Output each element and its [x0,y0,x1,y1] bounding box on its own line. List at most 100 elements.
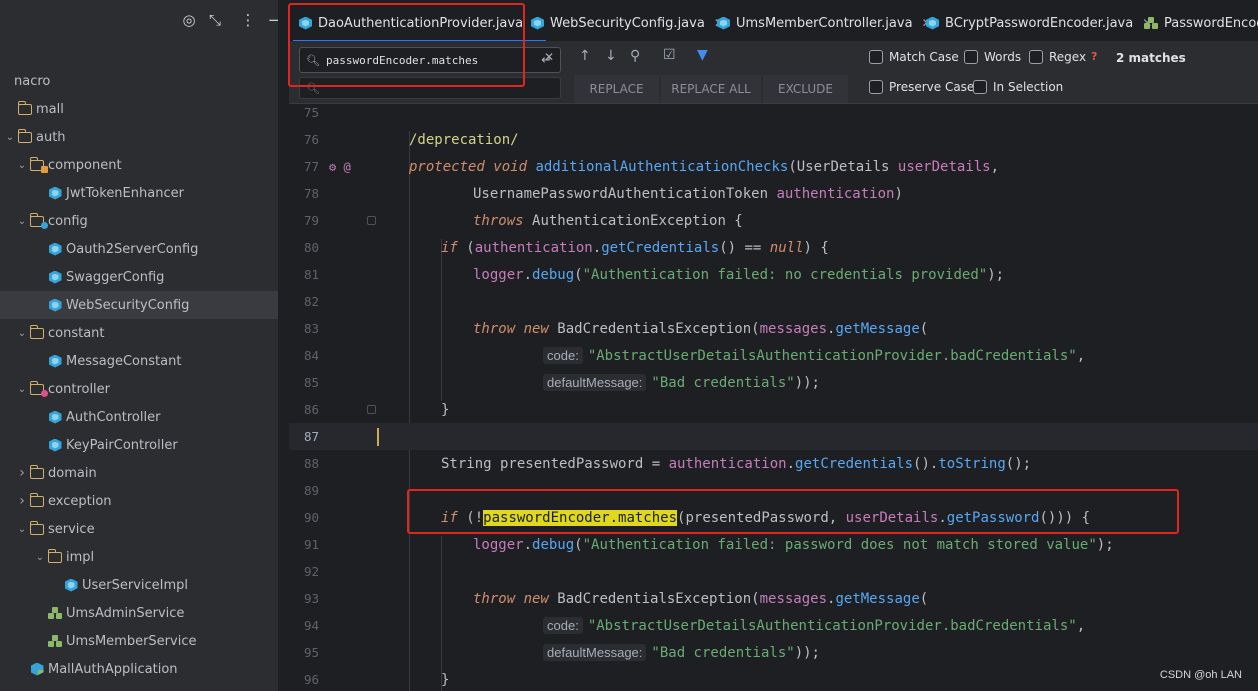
line-number[interactable]: 83 [289,321,319,336]
tab-dao-authentication-provider[interactable]: DaoAuthenticationProvider.java ✕ [292,8,547,41]
line-number[interactable]: 75 [289,105,319,120]
tree-item-domain[interactable]: › domain [0,459,278,487]
tree-item-authcontroller[interactable]: AuthController [0,403,278,431]
line-number[interactable]: 94 [289,618,319,633]
exclude-button[interactable]: EXCLUDE [763,75,848,103]
tree-item-jwttokenenhancer[interactable]: JwtTokenEnhancer [0,179,278,207]
tree-item-mallauthapplication[interactable]: MallAuthApplication [0,655,278,683]
code-line[interactable]: 76/deprecation/ [289,126,1258,153]
code-line[interactable]: 90 if (!passwordEncoder.matches(presented… [289,504,1258,531]
line-number[interactable]: 88 [289,456,319,471]
collapse-all-icon[interactable]: ⤡ [205,10,225,30]
tree-item-oauth2serverconfig[interactable]: Oauth2ServerConfig [0,235,278,263]
line-number[interactable]: 93 [289,591,319,606]
code-line[interactable]: 85 defaultMessage: "Bad credentials")); [289,369,1258,396]
filter-icon[interactable]: ▼ [697,47,708,63]
code-line[interactable]: 75 [289,104,1258,126]
override-gutter-icon[interactable]: ⚙ @ [329,160,351,174]
line-number[interactable]: 84 [289,348,319,363]
chevron-down-icon[interactable]: ⌄ [3,132,17,143]
replace-input[interactable]: 🔍︎ [299,77,561,99]
tree-item-umsmemberservice[interactable]: UmsMemberService [0,627,278,655]
tree-item-mall[interactable]: mall [0,95,278,123]
line-number[interactable]: 89 [289,483,319,498]
tree-item-nacro[interactable]: nacro [0,67,278,95]
tab-web-security-config[interactable]: WebSecurityConfig.java ✕ [531,8,724,38]
tree-item-service[interactable]: ⌄ service [0,515,278,543]
fold-marker-icon[interactable] [367,216,376,225]
tree-item-exception[interactable]: › exception [0,487,278,515]
code-line[interactable]: 88 String presentedPassword = authenticat… [289,450,1258,477]
line-number[interactable]: 82 [289,294,319,309]
line-number[interactable]: 80 [289,240,319,255]
next-occurrence-icon[interactable]: ↓ [605,48,617,64]
code-line[interactable]: 94 code: "AbstractUserDetailsAuthenticatio… [289,612,1258,639]
tree-item-controller[interactable]: ⌄ controller [0,375,278,403]
tree-item-umsadminservice[interactable]: UmsAdminService [0,599,278,627]
line-number[interactable]: 85 [289,375,319,390]
line-number[interactable]: 96 [289,672,319,687]
code-line[interactable]: 87 [289,423,1258,450]
tree-item-messageconstant[interactable]: MessageConstant [0,347,278,375]
tree-item-constant[interactable]: ⌄ constant [0,319,278,347]
line-number[interactable]: 95 [289,645,319,660]
line-number[interactable]: 76 [289,132,319,147]
tree-item-impl[interactable]: ⌄ impl [0,543,278,571]
line-number[interactable]: 90 [289,510,319,525]
code-line[interactable]: 92 [289,558,1258,585]
line-number[interactable]: 86 [289,402,319,417]
words-checkbox[interactable]: Words [964,50,1021,64]
code-line[interactable]: 95 defaultMessage: "Bad credentials")); [289,639,1258,666]
chevron-right-icon[interactable]: › [15,493,29,509]
code-line[interactable]: 77 ⚙ @ protected void additionalAuthentica… [289,153,1258,180]
replace-button[interactable]: REPLACE [574,75,659,103]
find-all-icon[interactable]: ⚲ [630,48,640,64]
in-selection-checkbox[interactable]: In Selection [973,80,1063,94]
replace-all-button[interactable]: REPLACE ALL [661,75,761,103]
code-line[interactable]: 91 logger.debug("Authentication failed: p… [289,531,1258,558]
chevron-down-icon[interactable]: ⌄ [15,384,29,395]
code-line[interactable]: 93 throw new BadCredentialsException(mess… [289,585,1258,612]
line-number[interactable]: 91 [289,537,319,552]
code-line[interactable]: 84 code: "AbstractUserDetailsAuthenticatio… [289,342,1258,369]
regex-checkbox[interactable]: Regex [1029,50,1086,64]
line-number[interactable]: 79 [289,213,319,228]
regex-help-icon[interactable]: ? [1091,50,1097,63]
chevron-down-icon[interactable]: ⌄ [15,328,29,339]
code-line[interactable]: 78 UsernamePasswordAuthenticationToken au… [289,180,1258,207]
chevron-down-icon[interactable]: ⌄ [33,552,47,563]
more-options-icon[interactable]: ⋮ [238,10,258,30]
panel-divider[interactable] [278,0,289,691]
line-number[interactable]: 81 [289,267,319,282]
code-line[interactable]: 80 if (authentication.getCredentials() ==… [289,234,1258,261]
code-line[interactable]: 83 throw new BadCredentialsException(mess… [289,315,1258,342]
code-line[interactable]: 89 [289,477,1258,504]
tab-ums-member-controller[interactable]: UmsMemberController.java ✕ [717,8,932,38]
line-number[interactable]: 77 [289,159,319,174]
line-number[interactable]: 78 [289,186,319,201]
chevron-right-icon[interactable]: › [15,465,29,481]
line-number[interactable]: 87 [289,429,319,444]
hide-panel-icon[interactable]: − [264,10,278,30]
code-line[interactable]: 96} [289,666,1258,691]
search-input[interactable]: 🔍︎ passwordEncoder.matches ↵ [299,47,561,73]
tree-item-auth[interactable]: ⌄ auth [0,123,278,151]
tree-item-keypaircontroller[interactable]: KeyPairController [0,431,278,459]
fold-marker-icon[interactable] [367,405,376,414]
close-search-icon[interactable]: ✕ [544,50,554,64]
code-line[interactable]: 86} [289,396,1258,423]
code-line[interactable]: 79 throws AuthenticationException { [289,207,1258,234]
line-number[interactable]: 92 [289,564,319,579]
tree-item-swaggerconfig[interactable]: SwaggerConfig [0,263,278,291]
code-editor[interactable]: 75 76/deprecation/77 ⚙ @ protected void add… [289,104,1258,691]
match-case-checkbox[interactable]: Match Case [869,50,959,64]
locate-target-icon[interactable]: ◎ [179,10,199,30]
tree-item-component[interactable]: ⌄ component [0,151,278,179]
chevron-down-icon[interactable]: ⌄ [15,216,29,227]
previous-occurrence-icon[interactable]: ↑ [579,48,591,64]
preserve-case-checkbox[interactable]: Preserve Case [869,80,974,94]
chevron-down-icon[interactable]: ⌄ [15,160,29,171]
tree-item-userserviceimpl[interactable]: UserServiceImpl [0,571,278,599]
tab-password-encoder[interactable]: PasswordEncoder [1144,8,1258,38]
tree-item-websecurityconfig[interactable]: WebSecurityConfig [0,291,278,319]
